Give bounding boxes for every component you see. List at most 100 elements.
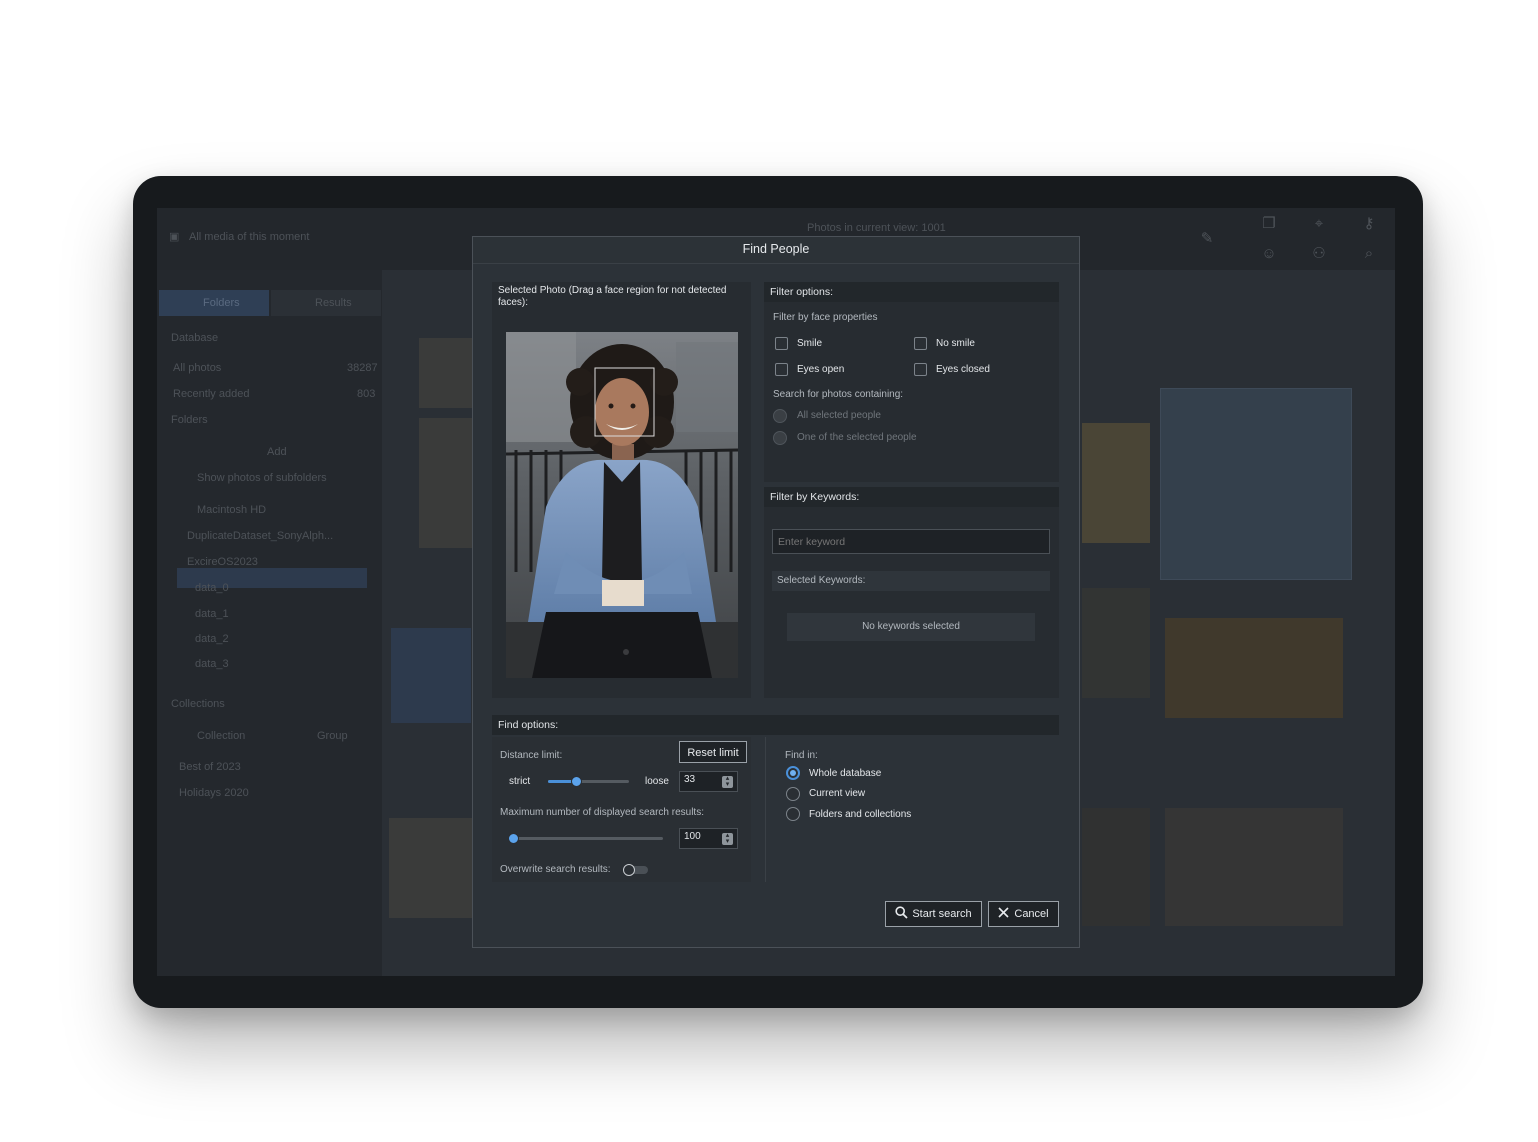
selected-photo[interactable]	[506, 332, 738, 678]
face-properties-label: Filter by face properties	[773, 312, 878, 323]
tree-item[interactable]: data_3	[195, 658, 229, 670]
photo-thumbnail[interactable]	[1082, 808, 1150, 926]
folder-icon: ▣	[169, 231, 180, 243]
tool-panel: ✎ ❐ ⌖ ⚷ ☺ ⚇ ⌕	[1172, 208, 1395, 270]
photo-thumbnail[interactable]	[1160, 388, 1352, 580]
database-label: Database	[171, 332, 219, 344]
distance-spinbox[interactable]: 33 ▴ ▾	[679, 771, 738, 792]
current-view-label: Current view	[809, 788, 866, 799]
copy-icon[interactable]: ❐	[1244, 209, 1294, 239]
no-keywords-text: No keywords selected	[862, 621, 960, 632]
tree-item[interactable]: data_0	[195, 582, 229, 594]
whole-database-label: Whole database	[809, 768, 882, 779]
collections-label: Collections	[171, 698, 225, 710]
max-results-label: Maximum number of displayed search resul…	[500, 807, 704, 818]
app-sidebar: Folders Results Database All photos 3828…	[157, 270, 382, 976]
distance-value: 33	[684, 774, 696, 785]
people-icon[interactable]: ⚇	[1294, 239, 1344, 269]
spin-arrows-icon[interactable]: ▴ ▾	[722, 775, 733, 788]
selected-keywords-label: Selected Keywords:	[777, 575, 866, 586]
no-smile-label: No smile	[936, 338, 975, 349]
all-selected-radio[interactable]	[773, 409, 787, 423]
keywords-header: Filter by Keywords:	[764, 487, 1059, 507]
cancel-label: Cancel	[1014, 908, 1049, 920]
tree-item[interactable]: data_1	[195, 608, 229, 620]
photo-thumbnail[interactable]	[389, 818, 474, 918]
folders-collections-label: Folders and collections	[809, 809, 912, 820]
distance-limit-label: Distance limit:	[500, 750, 563, 761]
tree-item[interactable]: ExcireOS2023	[187, 556, 258, 568]
find-in-label: Find in:	[785, 750, 818, 761]
max-results-spinbox[interactable]: 100 ▴ ▾	[679, 828, 738, 849]
tab-folders[interactable]: Folders	[159, 290, 269, 316]
row-count: 803	[357, 388, 376, 400]
add-folder-button[interactable]: Add	[267, 446, 287, 458]
tree-item[interactable]: data_2	[195, 633, 229, 645]
selected-photo-label: Selected Photo (Drag a face region for n…	[498, 285, 727, 308]
photo-thumbnail[interactable]	[419, 418, 479, 548]
overwrite-toggle[interactable]	[623, 864, 648, 876]
search-containing-label: Search for photos containing:	[773, 389, 904, 400]
start-search-button[interactable]: Start search	[885, 901, 982, 927]
strict-label: strict	[509, 776, 531, 787]
max-results-slider-track[interactable]	[513, 837, 663, 840]
keywords-panel	[764, 487, 1059, 698]
distance-slider-track[interactable]	[548, 780, 629, 783]
max-results-slider-handle[interactable]	[508, 833, 519, 844]
key-icon[interactable]: ⚷	[1344, 209, 1394, 239]
photo-thumbnail[interactable]	[391, 628, 471, 723]
find-options-header: Find options:	[492, 715, 1059, 735]
one-selected-radio[interactable]	[773, 431, 787, 445]
cancel-button[interactable]: Cancel	[988, 901, 1059, 927]
tree-item[interactable]: Macintosh HD	[197, 504, 266, 516]
folders-label: Folders	[171, 414, 208, 426]
photo-thumbnail[interactable]	[1165, 808, 1343, 926]
max-results-value: 100	[684, 831, 701, 842]
show-subfolders-toggle[interactable]: Show photos of subfolders	[197, 472, 327, 484]
eyes-open-checkbox[interactable]	[775, 363, 788, 376]
edit-icon[interactable]: ✎	[1182, 224, 1232, 254]
search-icon	[895, 906, 908, 919]
tree-item[interactable]: DuplicateDataset_SonyAlph...	[187, 530, 333, 542]
eyes-closed-label: Eyes closed	[936, 364, 990, 375]
add-collection-button[interactable]: Collection	[197, 730, 245, 742]
row-count: 38287	[347, 362, 378, 374]
smile-label: Smile	[797, 338, 823, 349]
smile-checkbox[interactable]	[775, 337, 788, 350]
divider	[765, 737, 766, 882]
collection-item[interactable]: Best of 2023	[179, 761, 241, 773]
photo-thumbnail[interactable]	[1082, 423, 1150, 543]
search-icon[interactable]: ⌕	[1344, 239, 1394, 269]
row-label[interactable]: Recently added	[173, 388, 249, 400]
reset-limit-button[interactable]: Reset limit	[679, 741, 747, 763]
eyes-open-label: Eyes open	[797, 364, 845, 375]
no-smile-checkbox[interactable]	[914, 337, 927, 350]
location-icon[interactable]: ⌖	[1294, 209, 1344, 239]
folders-collections-radio[interactable]	[786, 807, 800, 821]
start-search-label: Start search	[912, 908, 972, 920]
toggle-knob	[623, 864, 635, 876]
overwrite-label: Overwrite search results:	[500, 864, 611, 875]
all-selected-label: All selected people	[797, 410, 881, 421]
loose-label: loose	[645, 776, 669, 787]
current-view-radio[interactable]	[786, 787, 800, 801]
photos-count: Photos in current view: 1001	[807, 222, 946, 234]
one-selected-label: One of the selected people	[797, 432, 917, 443]
add-group-button[interactable]: Group	[317, 730, 348, 742]
close-icon	[998, 907, 1009, 918]
eyes-closed-checkbox[interactable]	[914, 363, 927, 376]
photo-thumbnail[interactable]	[419, 338, 479, 408]
spin-arrows-icon[interactable]: ▴ ▾	[722, 832, 733, 845]
portrait-image	[506, 332, 738, 678]
dialog-title: Find People	[473, 237, 1079, 264]
photo-thumbnail[interactable]	[1082, 588, 1150, 698]
tab-results[interactable]: Results	[271, 290, 381, 316]
collection-item[interactable]: Holidays 2020	[179, 787, 249, 799]
face-icon[interactable]: ☺	[1244, 239, 1294, 269]
photo-thumbnail[interactable]	[1165, 618, 1343, 718]
row-label[interactable]: All photos	[173, 362, 221, 374]
filter-options-header: Filter options:	[764, 282, 1059, 302]
keyword-input[interactable]	[772, 529, 1050, 554]
header-text: All media of this moment	[189, 231, 310, 243]
whole-database-radio[interactable]	[786, 766, 800, 780]
